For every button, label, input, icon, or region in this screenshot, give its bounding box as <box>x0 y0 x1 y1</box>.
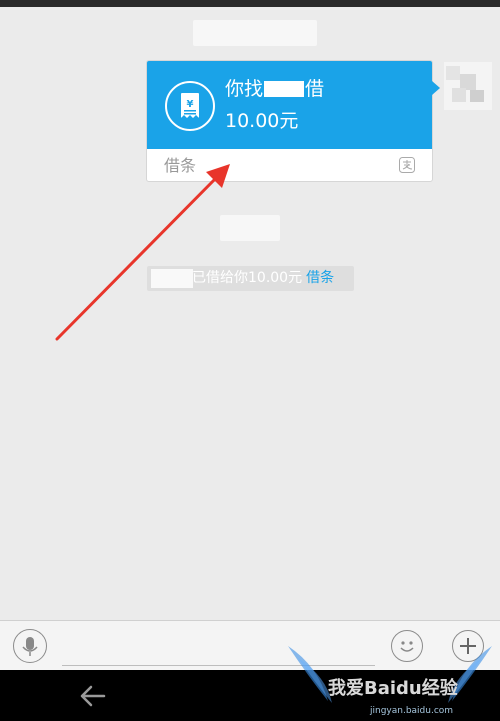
status-bar <box>0 0 500 7</box>
watermark-text: 我爱Baidu经验 <box>328 678 458 699</box>
system-notice-text: 已借给你10.00元 借条 <box>192 270 335 286</box>
redacted-name <box>264 81 305 97</box>
loan-note-link[interactable]: 借条 <box>306 270 334 286</box>
timestamp-redacted <box>193 20 317 46</box>
avatar[interactable] <box>444 62 492 110</box>
back-arrow-icon[interactable] <box>72 682 112 710</box>
watermark-url: jingyan.baidu.com <box>370 706 454 716</box>
system-notice: 已借给你10.00元 借条 <box>147 266 354 291</box>
svg-text:¥: ¥ <box>187 99 194 110</box>
microphone-icon[interactable] <box>13 629 47 663</box>
bubble-tail <box>432 81 440 95</box>
loan-card-footer-label: 借条 <box>164 156 197 175</box>
baidu-jingyan-watermark: 我爱Baidu经验 jingyan.baidu.com <box>280 638 500 721</box>
alipay-icon <box>399 157 415 173</box>
redacted-name <box>151 269 193 288</box>
receipt-yen-icon: ¥ <box>165 81 215 131</box>
loan-card-amount: 10.00元 <box>225 110 299 132</box>
loan-card-title: 你找借 <box>225 78 325 100</box>
loan-card-message[interactable]: ¥ 你找借 10.00元 借条 <box>146 60 440 182</box>
timestamp-redacted-2 <box>220 215 280 241</box>
